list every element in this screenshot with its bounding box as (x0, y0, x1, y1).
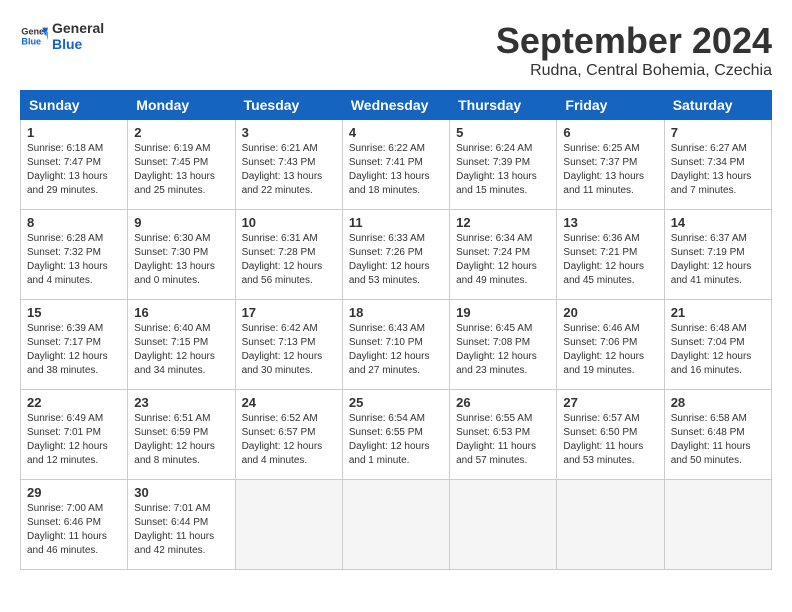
day-2: 2 Sunrise: 6:19 AMSunset: 7:45 PMDayligh… (128, 120, 235, 210)
day-30: 30 Sunrise: 7:01 AMSunset: 6:44 PMDaylig… (128, 480, 235, 570)
day-11: 11 Sunrise: 6:33 AMSunset: 7:26 PMDaylig… (342, 210, 449, 300)
day-16: 16 Sunrise: 6:40 AMSunset: 7:15 PMDaylig… (128, 300, 235, 390)
calendar-table: Sunday Monday Tuesday Wednesday Thursday… (20, 90, 772, 570)
day-empty-5 (664, 480, 771, 570)
col-thursday: Thursday (450, 91, 557, 120)
day-12: 12 Sunrise: 6:34 AMSunset: 7:24 PMDaylig… (450, 210, 557, 300)
col-sunday: Sunday (21, 91, 128, 120)
day-empty-1 (235, 480, 342, 570)
logo-icon: General Blue (20, 22, 48, 50)
location: Rudna, Central Bohemia, Czechia (496, 62, 772, 80)
day-28: 28 Sunrise: 6:58 AMSunset: 6:48 PMDaylig… (664, 390, 771, 480)
col-monday: Monday (128, 91, 235, 120)
calendar-header-row: Sunday Monday Tuesday Wednesday Thursday… (21, 91, 772, 120)
calendar-week-2: 8 Sunrise: 6:28 AMSunset: 7:32 PMDayligh… (21, 210, 772, 300)
day-6: 6 Sunrise: 6:25 AMSunset: 7:37 PMDayligh… (557, 120, 664, 210)
col-tuesday: Tuesday (235, 91, 342, 120)
day-4: 4 Sunrise: 6:22 AMSunset: 7:41 PMDayligh… (342, 120, 449, 210)
logo: General Blue General Blue (20, 20, 104, 52)
day-20: 20 Sunrise: 6:46 AMSunset: 7:06 PMDaylig… (557, 300, 664, 390)
day-9: 9 Sunrise: 6:30 AMSunset: 7:30 PMDayligh… (128, 210, 235, 300)
day-5: 5 Sunrise: 6:24 AMSunset: 7:39 PMDayligh… (450, 120, 557, 210)
day-26: 26 Sunrise: 6:55 AMSunset: 6:53 PMDaylig… (450, 390, 557, 480)
day-15: 15 Sunrise: 6:39 AMSunset: 7:17 PMDaylig… (21, 300, 128, 390)
day-24: 24 Sunrise: 6:52 AMSunset: 6:57 PMDaylig… (235, 390, 342, 480)
day-7: 7 Sunrise: 6:27 AMSunset: 7:34 PMDayligh… (664, 120, 771, 210)
svg-text:Blue: Blue (21, 36, 41, 46)
calendar-week-3: 15 Sunrise: 6:39 AMSunset: 7:17 PMDaylig… (21, 300, 772, 390)
day-13: 13 Sunrise: 6:36 AMSunset: 7:21 PMDaylig… (557, 210, 664, 300)
day-27: 27 Sunrise: 6:57 AMSunset: 6:50 PMDaylig… (557, 390, 664, 480)
col-wednesday: Wednesday (342, 91, 449, 120)
day-22: 22 Sunrise: 6:49 AMSunset: 7:01 PMDaylig… (21, 390, 128, 480)
calendar-week-1: 1 Sunrise: 6:18 AMSunset: 7:47 PMDayligh… (21, 120, 772, 210)
day-empty-4 (557, 480, 664, 570)
day-10: 10 Sunrise: 6:31 AMSunset: 7:28 PMDaylig… (235, 210, 342, 300)
day-29: 29 Sunrise: 7:00 AMSunset: 6:46 PMDaylig… (21, 480, 128, 570)
logo-general-text: General (52, 20, 104, 36)
day-21: 21 Sunrise: 6:48 AMSunset: 7:04 PMDaylig… (664, 300, 771, 390)
logo-blue-text: Blue (52, 36, 104, 52)
col-friday: Friday (557, 91, 664, 120)
day-empty-2 (342, 480, 449, 570)
day-23: 23 Sunrise: 6:51 AMSunset: 6:59 PMDaylig… (128, 390, 235, 480)
day-empty-3 (450, 480, 557, 570)
title-section: September 2024 Rudna, Central Bohemia, C… (496, 20, 772, 80)
col-saturday: Saturday (664, 91, 771, 120)
day-8: 8 Sunrise: 6:28 AMSunset: 7:32 PMDayligh… (21, 210, 128, 300)
day-3: 3 Sunrise: 6:21 AMSunset: 7:43 PMDayligh… (235, 120, 342, 210)
calendar-week-4: 22 Sunrise: 6:49 AMSunset: 7:01 PMDaylig… (21, 390, 772, 480)
month-title: September 2024 (496, 20, 772, 62)
day-19: 19 Sunrise: 6:45 AMSunset: 7:08 PMDaylig… (450, 300, 557, 390)
page-header: General Blue General Blue September 2024… (20, 20, 772, 80)
day-25: 25 Sunrise: 6:54 AMSunset: 6:55 PMDaylig… (342, 390, 449, 480)
day-1: 1 Sunrise: 6:18 AMSunset: 7:47 PMDayligh… (21, 120, 128, 210)
calendar-week-5: 29 Sunrise: 7:00 AMSunset: 6:46 PMDaylig… (21, 480, 772, 570)
day-14: 14 Sunrise: 6:37 AMSunset: 7:19 PMDaylig… (664, 210, 771, 300)
day-17: 17 Sunrise: 6:42 AMSunset: 7:13 PMDaylig… (235, 300, 342, 390)
day-18: 18 Sunrise: 6:43 AMSunset: 7:10 PMDaylig… (342, 300, 449, 390)
